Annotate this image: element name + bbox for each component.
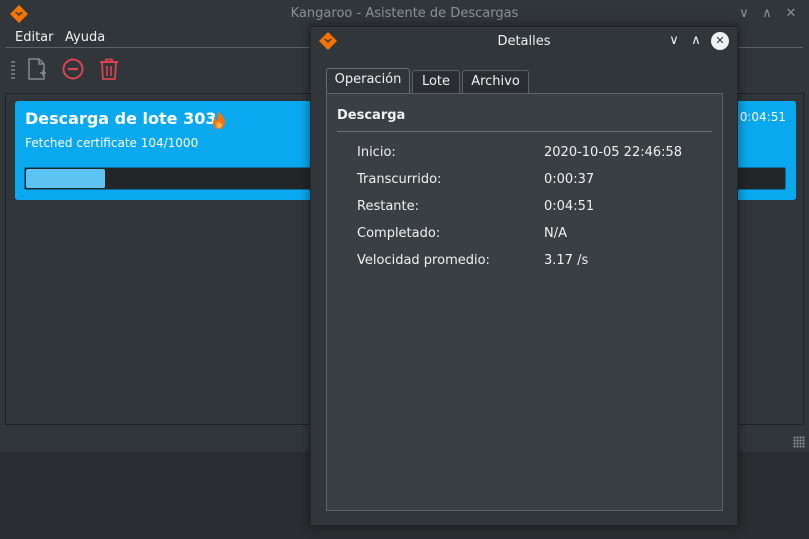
detail-row: Completado: N/A	[327, 226, 722, 246]
tab-archivo[interactable]: Archivo	[462, 70, 529, 94]
new-file-icon[interactable]	[25, 57, 49, 81]
dialog-minimize-button[interactable]: ∨	[665, 32, 683, 50]
detail-row: Transcurrido: 0:00:37	[327, 172, 722, 192]
menu-ayuda[interactable]: Ayuda	[65, 30, 105, 45]
detail-value: 0:00:37	[544, 172, 595, 187]
minimize-button[interactable]: ∨	[735, 5, 753, 23]
main-titlebar: Kangaroo - Asistente de Descargas ∨ ∧ ✕	[0, 0, 809, 28]
toolbar-handle[interactable]	[11, 61, 15, 79]
section-title: Descarga	[337, 108, 406, 123]
maximize-button[interactable]: ∧	[758, 5, 776, 23]
detail-key: Velocidad promedio:	[357, 253, 490, 268]
job-remaining-time: 0:04:51	[739, 110, 786, 124]
tab-operacion[interactable]: Operación	[326, 68, 410, 95]
detail-row: Velocidad promedio: 3.17 /s	[327, 253, 722, 273]
section-divider	[337, 131, 712, 132]
flame-icon	[213, 111, 225, 129]
tab-lote[interactable]: Lote	[412, 70, 460, 94]
trash-icon[interactable]	[97, 57, 121, 81]
detail-value: 2020-10-05 22:46:58	[544, 145, 683, 160]
detail-row: Inicio: 2020-10-05 22:46:58	[327, 145, 722, 165]
dialog-maximize-button[interactable]: ∧	[687, 32, 705, 50]
details-dialog: Detalles ∨ ∧ ✕ Operación Lote Archivo De…	[310, 26, 738, 526]
detail-row: Restante: 0:04:51	[327, 199, 722, 219]
stop-circle-icon[interactable]	[61, 57, 85, 81]
job-title: Descarga de lote 303	[25, 109, 217, 128]
detail-value: 0:04:51	[544, 199, 595, 214]
detail-key: Completado:	[357, 226, 441, 241]
resize-grip[interactable]	[793, 436, 805, 448]
detail-value: N/A	[544, 226, 567, 241]
detail-key: Restante:	[357, 199, 419, 214]
close-button[interactable]: ✕	[782, 5, 800, 23]
job-status: Fetched certificate 104/1000	[25, 136, 199, 150]
detail-key: Inicio:	[357, 145, 396, 160]
detail-value: 3.17 /s	[544, 253, 589, 268]
menu-editar[interactable]: Editar	[15, 30, 54, 45]
dialog-titlebar: Detalles ∨ ∧ ✕	[311, 27, 737, 55]
dialog-close-button[interactable]: ✕	[711, 32, 729, 50]
detail-key: Transcurrido:	[357, 172, 442, 187]
operation-panel: Descarga Inicio: 2020-10-05 22:46:58 Tra…	[326, 93, 723, 511]
progress-fill	[26, 169, 105, 188]
window-title: Kangaroo - Asistente de Descargas	[290, 6, 519, 21]
